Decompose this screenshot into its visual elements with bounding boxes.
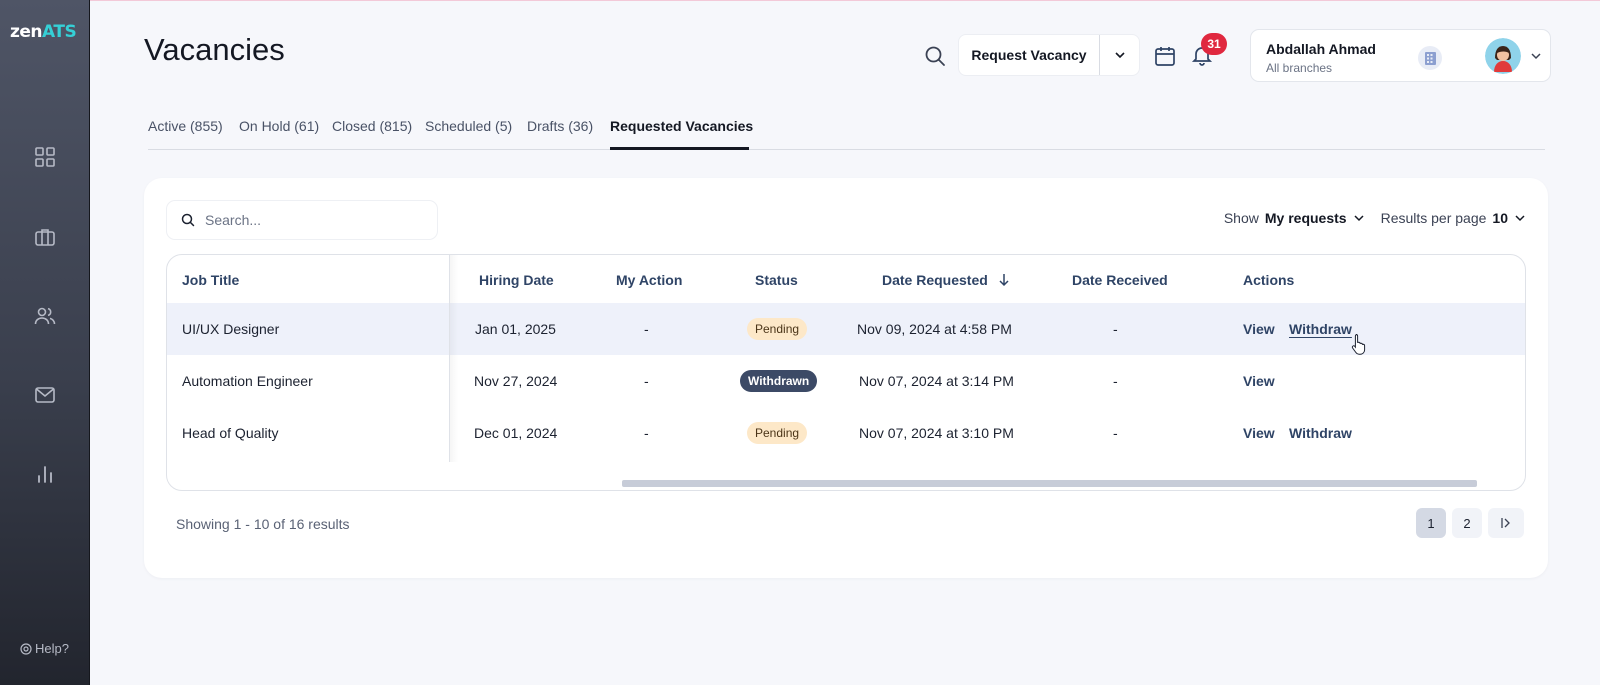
help-icon (20, 642, 32, 655)
cell-hiring-date: Dec 01, 2024 (474, 425, 558, 441)
show-filter-select[interactable]: My requests (1265, 210, 1347, 226)
calendar-icon[interactable] (1153, 44, 1177, 68)
show-label: Show (1223, 210, 1259, 226)
tab-drafts[interactable]: Drafts (36) (527, 118, 593, 134)
sort-descending-icon (999, 274, 1009, 287)
withdraw-link[interactable]: Withdraw (1289, 425, 1352, 441)
chevron-down-icon[interactable] (1514, 212, 1526, 224)
status-badge: Pending (747, 422, 808, 444)
cell-job-title: Head of Quality (182, 425, 279, 441)
top-accent-line (0, 0, 1600, 1)
avatar (1485, 38, 1521, 74)
cell-date-received: - (1113, 425, 1118, 441)
column-header-actions: Actions (1243, 272, 1295, 288)
requests-card: Show My requests Results per page 10 Job… (144, 178, 1548, 578)
chevron-down-icon[interactable] (1353, 212, 1365, 224)
next-page-button[interactable] (1488, 508, 1524, 538)
pagination: 1 2 (1416, 508, 1524, 538)
cell-my-action: - (644, 321, 649, 337)
cell-date-requested: Nov 07, 2024 at 3:14 PM (859, 373, 1014, 389)
cell-hiring-date: Nov 27, 2024 (474, 373, 558, 389)
frozen-column-shadow (450, 255, 458, 462)
column-header-job-title[interactable]: Job Title (182, 272, 239, 288)
page-button-2[interactable]: 2 (1452, 508, 1482, 538)
column-header-date-requested[interactable]: Date Requested (882, 272, 1010, 288)
cell-job-title: Automation Engineer (182, 373, 313, 389)
results-per-page-label: Results per page (1380, 210, 1487, 226)
tab-scheduled[interactable]: Scheduled (5) (425, 118, 512, 134)
tab-requested-vacancies[interactable]: Requested Vacancies (610, 118, 753, 134)
tab-closed[interactable]: Closed (815) (332, 118, 412, 134)
dashboard-icon[interactable] (34, 146, 56, 168)
pointer-cursor-icon (1351, 333, 1367, 355)
page-button-1[interactable]: 1 (1416, 508, 1446, 538)
analytics-icon[interactable] (34, 463, 56, 485)
results-per-page-select[interactable]: 10 (1492, 210, 1508, 226)
users-icon[interactable] (34, 305, 56, 327)
table-row[interactable]: Automation Engineer Nov 27, 2024 - Withd… (167, 355, 1525, 407)
vacancy-tabs: Active (855) On Hold (61) Closed (815) S… (148, 110, 1545, 150)
cell-my-action: - (644, 425, 649, 441)
table-row[interactable]: Head of Quality Dec 01, 2024 - Pending N… (167, 407, 1525, 459)
table-row[interactable]: UI/UX Designer Jan 01, 2025 - Pending No… (167, 303, 1525, 355)
page-title: Vacancies (144, 32, 285, 67)
cell-my-action: - (644, 373, 649, 389)
results-summary: Showing 1 - 10 of 16 results (176, 516, 350, 532)
status-badge: Withdrawn (740, 370, 818, 392)
search-icon[interactable] (923, 44, 947, 68)
cell-date-requested: Nov 09, 2024 at 4:58 PM (857, 321, 1012, 337)
cell-job-title: UI/UX Designer (182, 321, 280, 337)
building-icon (1417, 45, 1443, 71)
chevron-down-icon (1529, 49, 1543, 63)
search-input[interactable] (205, 212, 425, 228)
status-badge: Pending (747, 318, 808, 340)
next-page-icon (1501, 518, 1510, 528)
app-logo[interactable]: zenATS (10, 22, 77, 42)
request-vacancy-split-button: Request Vacancy (958, 34, 1140, 76)
tab-active[interactable]: Active (855) (148, 118, 223, 134)
mail-icon[interactable] (34, 384, 56, 406)
request-vacancy-button[interactable]: Request Vacancy (959, 35, 1100, 75)
tab-on-hold[interactable]: On Hold (61) (239, 118, 319, 134)
briefcase-icon[interactable] (34, 226, 56, 248)
active-tab-indicator (610, 147, 749, 150)
cell-date-received: - (1113, 373, 1118, 389)
view-link[interactable]: View (1243, 373, 1275, 389)
cell-date-received: - (1113, 321, 1118, 337)
help-link[interactable]: Help? (20, 641, 69, 656)
cell-date-requested: Nov 07, 2024 at 3:10 PM (859, 425, 1014, 441)
request-vacancy-dropdown[interactable] (1100, 35, 1139, 75)
user-branch: All branches (1266, 61, 1333, 75)
withdraw-link[interactable]: Withdraw (1289, 321, 1352, 337)
list-filters: Show My requests Results per page 10 (1224, 210, 1526, 226)
user-name: Abdallah Ahmad (1266, 41, 1376, 57)
view-link[interactable]: View (1243, 425, 1275, 441)
user-menu[interactable]: Abdallah Ahmad All branches (1250, 29, 1551, 82)
search-icon (181, 213, 195, 227)
search-box (166, 200, 438, 240)
notification-badge: 31 (1201, 33, 1227, 55)
column-header-status[interactable]: Status (755, 272, 798, 288)
cell-hiring-date: Jan 01, 2025 (475, 321, 556, 337)
column-header-date-received[interactable]: Date Received (1072, 272, 1168, 288)
horizontal-scrollbar-thumb[interactable] (622, 480, 1477, 487)
view-link[interactable]: View (1243, 321, 1275, 337)
column-header-my-action[interactable]: My Action (616, 272, 682, 288)
requests-table: Job Title Hiring Date My Action Status D… (166, 254, 1526, 491)
sidebar: zenATS Help? (0, 0, 90, 685)
column-header-hiring-date[interactable]: Hiring Date (479, 272, 554, 288)
chevron-down-icon (1114, 52, 1125, 59)
